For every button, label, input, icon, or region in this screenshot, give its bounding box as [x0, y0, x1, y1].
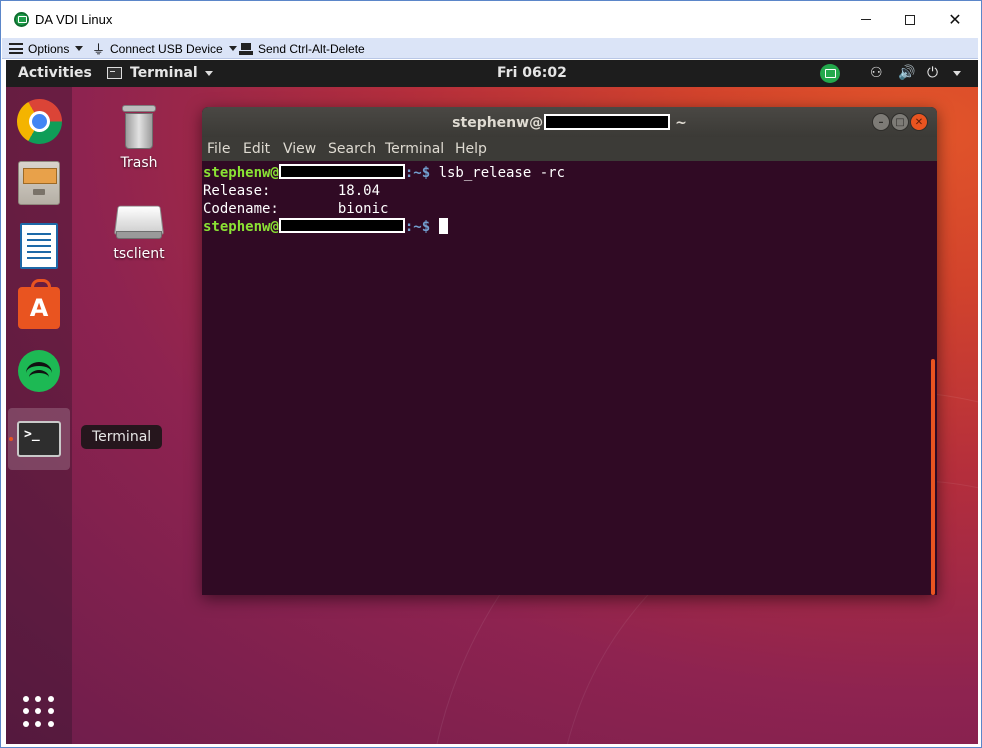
usb-label: Connect USB Device [110, 41, 223, 56]
terminal-titlebar[interactable]: stephenw@ ~ – □ ✕ [202, 107, 937, 137]
options-menu-button[interactable]: Options [9, 40, 84, 57]
menu-search[interactable]: Search [328, 141, 376, 157]
dock: A >_ [6, 87, 72, 744]
desktop-icon-label: tsclient [113, 246, 165, 262]
remote-desktop-icon[interactable] [820, 64, 840, 83]
maximize-icon [905, 14, 915, 25]
minimize-button[interactable] [843, 1, 889, 38]
terminal-scrollbar[interactable] [931, 359, 935, 595]
trash-icon [122, 105, 156, 151]
app-menu-button[interactable]: Terminal [107, 65, 213, 81]
maximize-button[interactable] [887, 1, 933, 38]
vdi-app-icon [14, 12, 29, 27]
desktop-icon-tsclient[interactable]: tsclient [99, 204, 179, 262]
menu-view[interactable]: View [283, 141, 316, 157]
running-indicator [9, 437, 13, 441]
chevron-down-icon [75, 46, 84, 51]
window-titlebar[interactable]: DA VDI Linux ✕ [1, 1, 981, 38]
spotify-icon [18, 350, 60, 392]
redacted-hostname [544, 114, 671, 130]
desktop-icon-trash[interactable]: Trash [99, 105, 179, 171]
dock-item-libreoffice-writer[interactable] [8, 215, 70, 277]
terminal-minimize-button[interactable]: – [872, 113, 890, 131]
dock-item-ubuntu-software[interactable]: A [8, 277, 70, 339]
output-line: Release: 18.04 [203, 183, 381, 199]
menu-file[interactable]: File [207, 141, 230, 157]
files-icon [18, 161, 60, 205]
terminal-maximize-button[interactable]: □ [891, 113, 909, 131]
grid-icon [23, 696, 55, 728]
clock[interactable]: Fri 06:02 [497, 65, 567, 81]
menu-help[interactable]: Help [455, 141, 487, 157]
dock-item-chrome[interactable] [8, 90, 70, 152]
close-button[interactable]: ✕ [932, 1, 978, 38]
terminal-icon: >_ [17, 421, 61, 457]
hamburger-icon [9, 43, 23, 54]
dock-item-spotify[interactable] [8, 340, 70, 402]
show-applications-button[interactable] [8, 681, 70, 743]
ubuntu-desktop[interactable]: Activities Terminal Fri 06:02 ⚇ 🔊 ⏻ A >_ [6, 60, 978, 744]
usb-icon: ⏚ [92, 42, 106, 57]
text-cursor [438, 218, 448, 234]
command-line: stephenw@:~$ lsb_release -rc [203, 164, 566, 181]
send-ctrl-alt-delete-button[interactable]: Send Ctrl-Alt-Delete [239, 40, 365, 57]
dock-item-files[interactable] [8, 152, 70, 214]
desktop-icon-label: Trash [120, 155, 158, 171]
terminal-output[interactable]: stephenw@:~$ lsb_release -rc Release: 18… [202, 161, 937, 595]
terminal-menubar: File Edit View Search Terminal Help [202, 137, 937, 161]
options-label: Options [28, 41, 70, 56]
dock-item-terminal[interactable]: >_ [8, 408, 70, 470]
document-icon [20, 223, 58, 269]
terminal-icon [107, 67, 122, 79]
software-store-icon: A [18, 279, 60, 329]
prompt-line: stephenw@:~$ [203, 218, 937, 236]
vdi-toolbar: Options ⏚ Connect USB Device Send Ctrl-A… [2, 38, 978, 59]
chrome-icon [16, 98, 62, 144]
connect-usb-button[interactable]: ⏚ Connect USB Device [92, 40, 237, 57]
vdi-window: DA VDI Linux ✕ Options ⏚ Connect USB Dev… [0, 0, 982, 748]
volume-icon[interactable]: 🔊 [898, 65, 915, 81]
app-menu-label: Terminal [130, 65, 198, 81]
redacted-hostname [278, 164, 405, 179]
network-icon[interactable]: ⚇ [870, 65, 883, 81]
dock-tooltip: Terminal [81, 425, 163, 449]
activities-button[interactable]: Activities [18, 65, 92, 81]
power-icon[interactable]: ⏻ [927, 65, 938, 81]
menu-terminal[interactable]: Terminal [385, 141, 444, 157]
minimize-icon [861, 19, 871, 20]
top-panel: Activities Terminal Fri 06:02 ⚇ 🔊 ⏻ [6, 60, 978, 87]
terminal-title: stephenw@ ~ [452, 114, 687, 131]
system-menu-chevron-icon[interactable] [953, 71, 961, 76]
cad-label: Send Ctrl-Alt-Delete [258, 41, 365, 56]
output-line: Codename: bionic [203, 201, 389, 217]
chevron-down-icon [228, 46, 237, 51]
chevron-down-icon [204, 70, 213, 76]
keyboard-icon [239, 42, 253, 55]
close-icon: ✕ [948, 10, 962, 29]
terminal-close-button[interactable]: ✕ [910, 113, 928, 131]
menu-edit[interactable]: Edit [243, 141, 270, 157]
terminal-window[interactable]: stephenw@ ~ – □ ✕ File Edit View Search T… [202, 107, 937, 595]
drive-icon [114, 204, 164, 240]
window-title: DA VDI Linux [35, 12, 113, 27]
redacted-hostname [278, 218, 405, 233]
